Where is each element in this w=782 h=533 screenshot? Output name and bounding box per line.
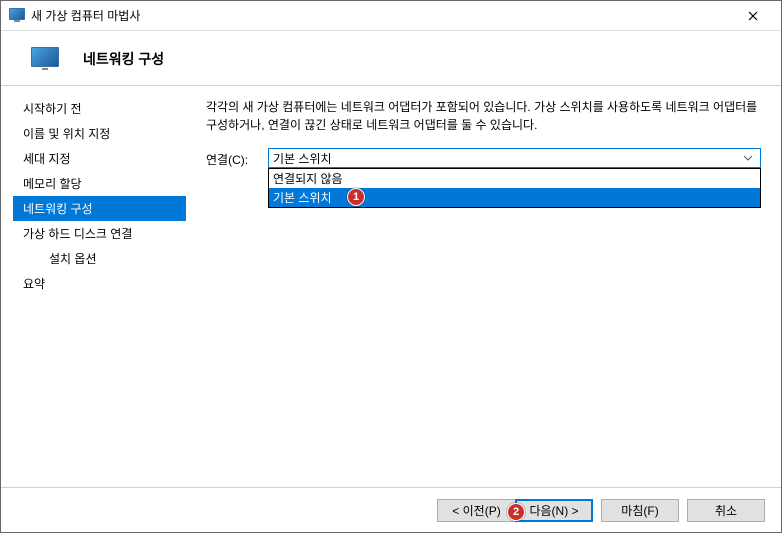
next-button-label: 다음(N) > (529, 502, 578, 519)
connection-label: 연결(C): (206, 148, 268, 168)
callout-2: 2 (507, 503, 525, 521)
dropdown-option-not-connected[interactable]: 연결되지 않음 (269, 169, 760, 188)
cancel-button[interactable]: 취소 (687, 499, 765, 522)
sidebar-item-name-location[interactable]: 이름 및 위치 지정 (13, 121, 186, 146)
dropdown-option-label: 기본 스위치 (273, 191, 332, 205)
connection-dropdown: 연결되지 않음 기본 스위치 1 (268, 168, 761, 208)
sidebar-item-memory[interactable]: 메모리 할당 (13, 171, 186, 196)
prev-button[interactable]: < 이전(P) (437, 499, 515, 522)
connection-combobox[interactable]: 기본 스위치 (268, 148, 761, 168)
sidebar-item-generation[interactable]: 세대 지정 (13, 146, 186, 171)
prev-next-pair: < 이전(P) 다음(N) > 2 (437, 499, 593, 522)
header-icon (31, 47, 63, 71)
wizard-header: 네트워킹 구성 (1, 31, 781, 85)
dropdown-option-default-switch[interactable]: 기본 스위치 1 (269, 188, 760, 207)
sidebar: 시작하기 전 이름 및 위치 지정 세대 지정 메모리 할당 네트워킹 구성 가… (1, 86, 196, 476)
chevron-down-icon (740, 153, 756, 164)
connection-row: 연결(C): 기본 스위치 연결되지 않음 기본 스위치 1 (206, 148, 761, 168)
app-icon (9, 8, 25, 24)
footer-buttons: < 이전(P) 다음(N) > 2 마침(F) 취소 (1, 487, 781, 532)
sidebar-item-before-start[interactable]: 시작하기 전 (13, 96, 186, 121)
sidebar-item-networking[interactable]: 네트워킹 구성 (13, 196, 186, 221)
callout-1: 1 (347, 188, 365, 206)
finish-button[interactable]: 마침(F) (601, 499, 679, 522)
page-title: 네트워킹 구성 (83, 49, 164, 69)
description-text: 각각의 새 가상 컴퓨터에는 네트워크 어댑터가 포함되어 있습니다. 가상 스… (206, 98, 761, 134)
body: 시작하기 전 이름 및 위치 지정 세대 지정 메모리 할당 네트워킹 구성 가… (1, 86, 781, 476)
connection-selected-value: 기본 스위치 (273, 150, 740, 167)
close-button[interactable] (733, 2, 773, 30)
sidebar-item-vhd[interactable]: 가상 하드 디스크 연결 (13, 221, 186, 246)
content-area: 각각의 새 가상 컴퓨터에는 네트워크 어댑터가 포함되어 있습니다. 가상 스… (196, 86, 781, 476)
titlebar: 새 가상 컴퓨터 마법사 (1, 1, 781, 31)
connection-combo-wrap: 기본 스위치 연결되지 않음 기본 스위치 1 (268, 148, 761, 168)
sidebar-item-summary[interactable]: 요약 (13, 271, 186, 296)
next-button[interactable]: 다음(N) > 2 (515, 499, 593, 522)
window-title: 새 가상 컴퓨터 마법사 (31, 7, 733, 24)
sidebar-item-install-options[interactable]: 설치 옵션 (13, 246, 186, 271)
